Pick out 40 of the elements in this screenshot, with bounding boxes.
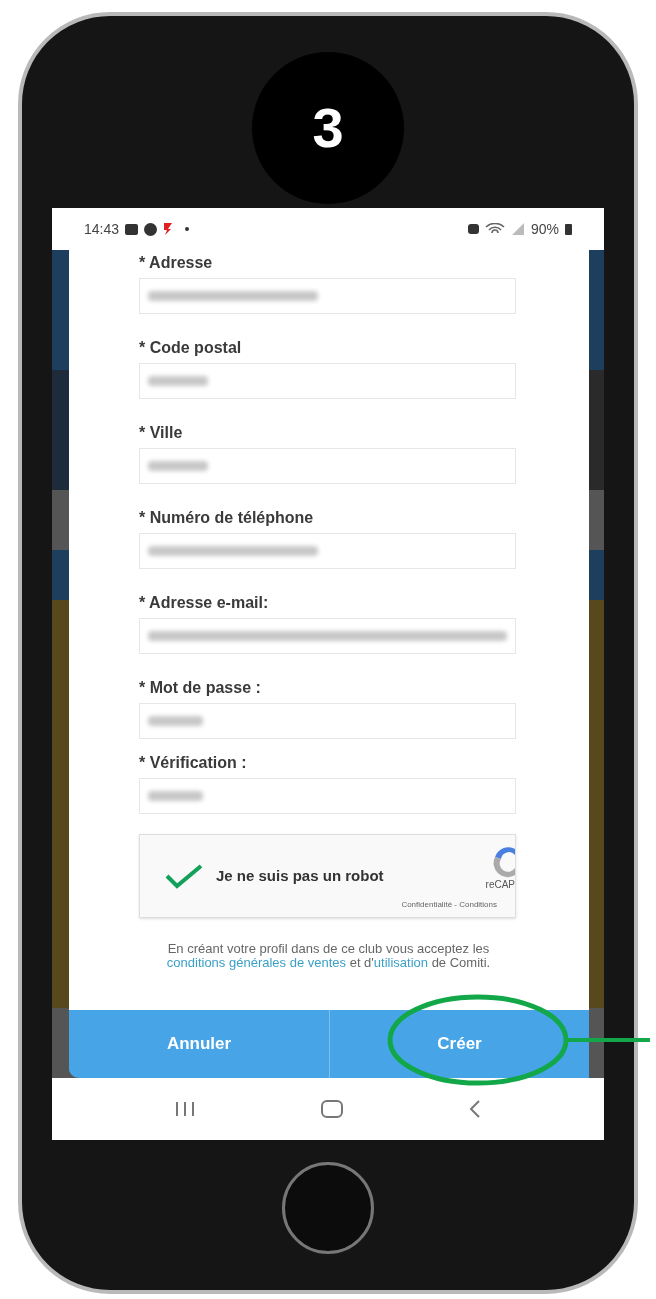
terms-link[interactable]: conditions générales de ventes [166,955,347,970]
signal-icon [510,223,525,235]
field-label: * Vérification : [139,753,248,773]
back-icon[interactable] [467,1100,482,1118]
status-time: 14:43 [84,219,120,239]
input-field[interactable] [139,363,516,399]
step-badge: 3 [252,52,404,204]
blurred-value [148,716,203,726]
terms-link[interactable]: utilisation [373,955,429,970]
input-field[interactable] [139,778,516,814]
field-label: * Mot de passe : [139,678,262,698]
field-label: * Adresse e-mail: [139,593,270,613]
image-icon [125,223,139,235]
checkmark-icon[interactable] [164,863,204,889]
terms-text: En créant votre profil dans de ce club vous acceptez les conditions générales de ventes et d'utilisation de Comiti. [165,942,492,970]
captcha-label: Je ne suis pas un robot [216,865,384,886]
alarm-icon [467,224,479,234]
input-field[interactable] [139,448,516,484]
field-label: * Numéro de téléphone [139,508,315,528]
captcha-box[interactable]: Je ne suis pas un robot reCAP Confidentialité - Conditions [139,834,516,918]
field-label: * Adresse [139,253,214,273]
dialog-button[interactable]: Créer [329,1010,589,1078]
input-field[interactable] [139,533,516,569]
blurred-value [148,376,208,386]
field-label: * Ville [139,423,184,443]
recent-apps-icon[interactable] [174,1101,197,1117]
captcha-links[interactable]: Confidentialité - Conditions [401,899,497,911]
captcha-brand: reCAP [485,879,515,891]
input-field[interactable] [139,703,516,739]
lightning-icon [163,222,174,236]
battery-level: 90% [530,219,559,239]
blurred-value [148,461,208,471]
battery-icon [565,223,572,235]
home-nav-icon[interactable] [321,1100,343,1118]
blurred-value [148,791,203,801]
input-field[interactable] [139,618,516,654]
wifi-icon [484,223,505,235]
field-label: * Code postal [139,338,243,358]
input-field[interactable] [139,278,516,314]
recaptcha-logo-icon [491,845,515,879]
